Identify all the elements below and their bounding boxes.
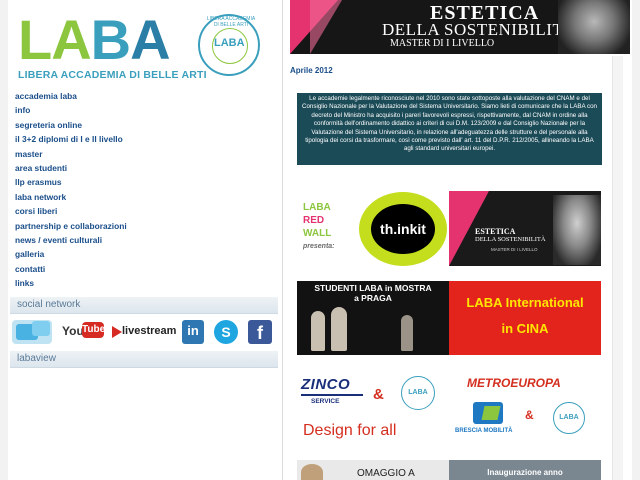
zinco-service: SERVICE <box>311 398 340 405</box>
twitter-icon[interactable] <box>12 320 52 344</box>
youtube-tube-text: Tube <box>82 322 105 338</box>
nav-item-diplomi[interactable]: il 3+2 diplomi di I e II livello <box>15 132 275 146</box>
cina-line1: LABA International <box>466 295 584 310</box>
praga-figure-2 <box>331 307 347 351</box>
thinkit-logo: th.inkit <box>359 192 447 266</box>
estetica-sculpture-image <box>553 195 601 265</box>
labaview-header[interactable]: labaview <box>10 351 278 368</box>
facebook-icon[interactable]: f <box>248 320 272 344</box>
nav-item-galleria[interactable]: galleria <box>15 247 275 261</box>
nav-item-master[interactable]: master <box>15 147 275 161</box>
brescia-mobilita-text: BRESCIA MOBILITÀ <box>455 428 513 434</box>
livestream-icon[interactable]: livestream <box>112 320 178 344</box>
nav-item-partnership[interactable]: partnership e collaborazioni <box>15 219 275 233</box>
redwall-text: LABA RED WALL presenta: <box>303 201 335 253</box>
omaggio-tile[interactable]: OMAGGIO A <box>297 460 449 480</box>
laba-seal-small-icon-2: LABA <box>553 402 585 434</box>
linkedin-icon[interactable]: in <box>182 320 204 344</box>
nav-item-segreteria-online[interactable]: segreteria online <box>15 118 275 132</box>
redwall-red: RED <box>303 215 325 226</box>
banner-title-line2: DELLA SOSTENIBILITÀ <box>382 20 577 39</box>
top-banner-estetica[interactable]: ESTETICA DELLA SOSTENIBILITÀ MASTER DI I… <box>290 0 630 54</box>
estetica-tile[interactable]: ESTETICA DELLA SOSTENIBILITÀ MASTER DI I… <box>449 191 601 266</box>
praga-line1: STUDENTI LABA in MOSTRA <box>314 283 432 293</box>
banner-pink-wedge-light <box>310 0 342 54</box>
redwall-thinkit-tile[interactable]: LABA RED WALL presenta: th.inkit <box>297 191 449 266</box>
social-network-header: social network <box>10 297 278 314</box>
zinco-design-for-all-tile[interactable]: ZINCO SERVICE & LABA Design for all <box>297 370 449 444</box>
omaggio-portrait <box>301 464 323 480</box>
skype-icon[interactable]: S <box>214 320 238 344</box>
praga-line2: a PRAGA <box>354 293 392 303</box>
youtube-you-text: You <box>62 324 84 338</box>
brescia-mobilita-logo-mark <box>481 406 501 420</box>
nav-item-corsi-liberi[interactable]: corsi liberi <box>15 204 275 218</box>
issue-date: Aprile 2012 <box>290 66 333 75</box>
youtube-icon[interactable]: You Tube <box>62 320 105 344</box>
praga-title: STUDENTI LABA in MOSTRA a PRAGA <box>297 283 449 303</box>
livestream-text: livestream <box>122 325 177 337</box>
social-icons-row: You Tube livestream in S f <box>10 318 278 348</box>
logo-letter-b: B <box>90 8 131 71</box>
logo-letter-a1: A <box>51 8 91 71</box>
nav-item-info[interactable]: info <box>15 103 275 117</box>
redwall-wall: WALL <box>303 228 332 239</box>
zinco-underline <box>301 394 363 396</box>
estetica-tile-line3: MASTER DI I LIVELLO <box>491 247 538 252</box>
nav-item-links[interactable]: links <box>15 276 275 290</box>
nav-item-area-studenti[interactable]: area studenti <box>15 161 275 175</box>
logo-letter-a2: A <box>130 8 170 71</box>
inaugurazione-tile[interactable]: Inaugurazione anno <box>449 460 601 480</box>
accreditation-notice: Le accademie legalmente riconosciute nel… <box>297 93 602 165</box>
laba-seal-small-icon: LABA <box>401 376 435 410</box>
zinco-logo: ZINCO <box>301 376 351 393</box>
logo-subtitle: LIBERA ACCADEMIA DI BELLE ARTI <box>18 69 207 81</box>
estetica-tile-line1: ESTETICA <box>475 227 516 236</box>
laba-seal-icon: LIBERA ACCADEMIA DI BELLE ARTI LABA <box>198 14 260 76</box>
estetica-tile-line2: DELLA SOSTENIBILITÀ <box>475 236 546 243</box>
praga-figure-3 <box>401 315 413 351</box>
column-divider <box>282 0 283 480</box>
logo-wordmark: LABA <box>18 12 171 68</box>
omaggio-text: OMAGGIO A <box>357 468 415 479</box>
nav-item-laba-network[interactable]: laba network <box>15 190 275 204</box>
seal-ring-text: LIBERA ACCADEMIA DI BELLE ARTI <box>206 16 256 28</box>
thinkit-text: th.inkit <box>371 204 435 254</box>
banner-sculpture-image <box>558 0 630 54</box>
metroeuropa-tile[interactable]: METROEUROPA BRESCIA MOBILITÀ & LABA <box>449 370 601 444</box>
twitter-bubble-front <box>32 321 50 336</box>
logo-letter-l: L <box>18 8 52 71</box>
praga-exhibition-tile[interactable]: STUDENTI LABA in MOSTRA a PRAGA <box>297 281 449 355</box>
metro-ampersand: & <box>525 408 534 422</box>
praga-figure-1 <box>311 311 325 351</box>
laba-international-cina-tile[interactable]: LABA International in CINA <box>449 281 601 355</box>
metroeuropa-text: METROEUROPA <box>467 376 561 390</box>
zinco-ampersand: & <box>373 386 384 403</box>
redwall-laba: LABA <box>303 202 331 213</box>
main-nav: accademia laba info segreteria online il… <box>15 89 275 290</box>
banner-title-line3: MASTER DI I LIVELLO <box>390 38 495 49</box>
laba-logo[interactable]: LABA LIBERA ACCADEMIA DI BELLE ARTI LIBE… <box>8 8 278 82</box>
social-network-title: social network <box>17 299 81 310</box>
livestream-mark <box>112 326 122 338</box>
right-gutter <box>612 56 623 480</box>
cina-line2: in CINA <box>501 321 549 336</box>
design-for-all-text: Design for all <box>303 422 397 439</box>
redwall-presenta: presenta: <box>303 243 335 250</box>
seal-text: LABA <box>214 37 245 49</box>
nav-item-llp-erasmus[interactable]: llp erasmus <box>15 175 275 189</box>
inaugurazione-text: Inaugurazione anno <box>487 468 563 477</box>
labaview-title: labaview <box>17 353 56 364</box>
nav-item-news-eventi[interactable]: news / eventi culturali <box>15 233 275 247</box>
nav-item-accademia-laba[interactable]: accademia laba <box>15 89 275 103</box>
nav-item-contatti[interactable]: contatti <box>15 262 275 276</box>
